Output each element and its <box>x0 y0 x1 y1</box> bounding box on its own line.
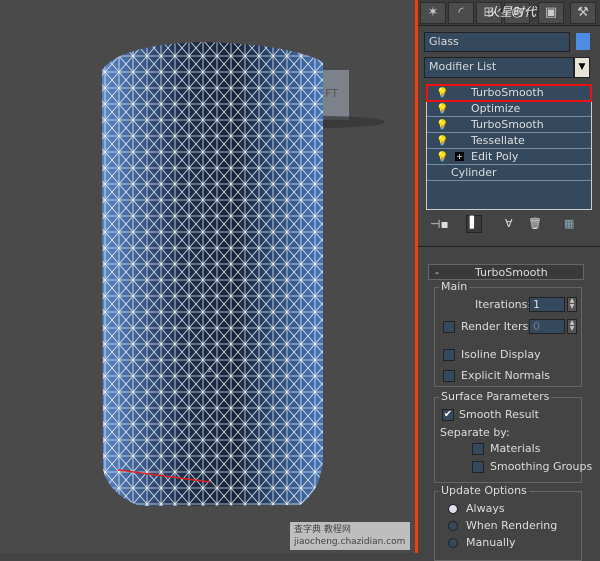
bulb-icon[interactable]: 💡 <box>436 150 448 165</box>
viewport[interactable]: LEFT z 查字典 教程网 jiaocheng.chazidian.com <box>0 0 415 553</box>
main-group: Main Iterations: 1 ▲ ▼ Render Iters: 0 ▲ ▼… <box>434 280 582 387</box>
render-iters-spinner[interactable]: ▲ ▼ <box>567 319 577 334</box>
utilities-tab-icon[interactable]: ⚒ <box>570 2 596 24</box>
iterations-input[interactable]: 1 <box>529 297 565 312</box>
modifier-stack: 💡 TurboSmooth 💡 Optimize 💡 TurboSmooth 💡 Tes… <box>426 84 592 210</box>
update-options-group: Update Options Always When Rendering Man… <box>434 484 582 561</box>
rollout-title: TurboSmooth <box>475 266 548 279</box>
modify-tab-icon[interactable]: ◜ <box>448 2 474 24</box>
command-panel-tabs: ✶ ◜ ⊞ ◎ ▣ ⚒ 火星时代 <box>418 0 600 26</box>
turbosmooth-rollout-header[interactable]: - TurboSmooth <box>428 264 584 280</box>
render-iters-checkbox[interactable] <box>443 321 455 333</box>
stack-item-optimize[interactable]: 💡 Optimize <box>427 101 591 117</box>
bulb-icon[interactable]: 💡 <box>436 86 448 101</box>
configure-modifier-sets-icon[interactable]: ▦ <box>564 217 574 230</box>
mesh-wireframe: LEFT z <box>102 42 385 506</box>
show-end-result-icon[interactable]: ▌ <box>466 215 482 233</box>
isoline-display-checkbox[interactable] <box>443 349 455 361</box>
bulb-icon[interactable]: 💡 <box>436 118 448 133</box>
dropdown-arrow-icon[interactable]: ▼ <box>574 57 590 78</box>
always-radio[interactable] <box>448 504 458 514</box>
modifier-list-dropdown[interactable]: Modifier List <box>424 57 574 78</box>
create-tab-icon[interactable]: ✶ <box>420 2 446 24</box>
display-tab-icon[interactable]: ▣ <box>538 2 564 24</box>
surface-parameters-group: Surface Parameters ✔ Smooth Result Separ… <box>434 390 592 483</box>
stack-item-edit-poly[interactable]: 💡 + Edit Poly <box>427 149 591 165</box>
smoothing-groups-checkbox[interactable] <box>472 461 484 473</box>
bulb-icon[interactable]: 💡 <box>436 134 448 149</box>
command-panel: ✶ ◜ ⊞ ◎ ▣ ⚒ 火星时代 Glass Modifier List ▼ 💡… <box>418 0 600 561</box>
render-iters-input[interactable]: 0 <box>529 319 565 334</box>
watermark-bottom: 查字典 教程网 jiaocheng.chazidian.com <box>290 522 410 550</box>
stack-item-cylinder[interactable]: Cylinder <box>427 165 591 181</box>
stack-item-tessellate[interactable]: 💡 Tessellate <box>427 133 591 149</box>
object-color-swatch[interactable] <box>576 33 590 50</box>
smooth-result-checkbox[interactable]: ✔ <box>442 409 454 421</box>
svg-text:z: z <box>208 366 212 374</box>
make-unique-icon[interactable]: ∀ <box>505 217 513 230</box>
manually-radio[interactable] <box>448 538 458 548</box>
object-name-input[interactable]: Glass <box>424 32 570 52</box>
remove-modifier-icon[interactable]: 🗑 <box>528 217 542 230</box>
stack-item-turbosmooth[interactable]: 💡 TurboSmooth <box>427 117 591 133</box>
watermark-logo: 火星时代 <box>488 5 537 19</box>
expand-icon[interactable]: + <box>455 152 464 161</box>
stack-item-turbosmooth-top[interactable]: 💡 TurboSmooth <box>426 84 592 102</box>
bulb-icon[interactable]: 💡 <box>436 102 448 117</box>
materials-checkbox[interactable] <box>472 443 484 455</box>
when-rendering-radio[interactable] <box>448 521 458 531</box>
iterations-spinner[interactable]: ▲ ▼ <box>567 297 577 312</box>
pin-stack-icon[interactable]: ⊣▪ <box>430 217 449 231</box>
explicit-normals-checkbox[interactable] <box>443 370 455 382</box>
